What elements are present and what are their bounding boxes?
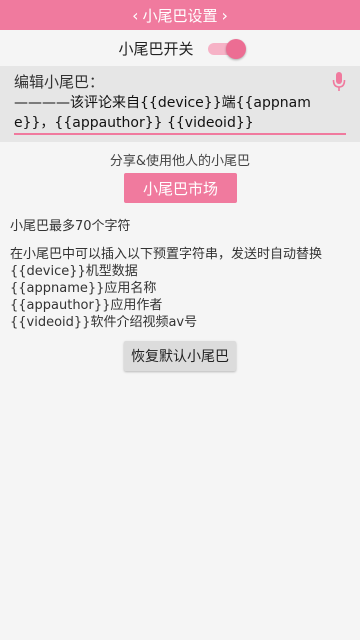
tail-toggle-row: 小尾巴开关 xyxy=(0,30,360,66)
info-line-device: {{device}}机型数据 xyxy=(10,264,138,279)
back-chevron-icon[interactable]: ‹ xyxy=(128,6,142,25)
page-title: 小尾巴设置 xyxy=(142,6,218,25)
tail-market-button[interactable]: 小尾巴市场 xyxy=(124,173,237,203)
editor-label: 编辑小尾巴： xyxy=(14,73,105,91)
microphone-icon[interactable] xyxy=(332,72,346,92)
info-line-appname: {{appname}}应用名称 xyxy=(10,281,157,296)
editor-underline xyxy=(14,133,346,135)
info-line-appauthor: {{appauthor}}应用作者 xyxy=(10,298,163,313)
char-limit-text: 小尾巴最多70个字符 xyxy=(10,219,131,234)
info-intro: 在小尾巴中可以插入以下预置字符串，发送时自动替换 xyxy=(10,247,323,262)
tail-toggle-label: 小尾巴开关 xyxy=(118,39,194,58)
share-hint: 分享&使用他人的小尾巴 xyxy=(109,154,251,169)
tail-text-input[interactable]: ————该评论来自{{device}}端{{appname}}，{{appaut… xyxy=(14,93,350,133)
forward-chevron-icon: › xyxy=(221,5,228,25)
restore-default-button[interactable]: 恢复默认小尾巴 xyxy=(124,341,236,371)
info-line-videoid: {{videoid}}软件介绍视频av号 xyxy=(10,315,198,330)
tail-toggle-switch[interactable] xyxy=(207,39,246,59)
placeholder-info: 在小尾巴中可以插入以下预置字符串，发送时自动替换 {{device}}机型数据 … xyxy=(10,246,355,331)
switch-thumb xyxy=(225,39,246,59)
tail-editor[interactable]: 编辑小尾巴： ————该评论来自{{device}}端{{appname}}，{… xyxy=(0,66,360,142)
title-bar: ‹ 小尾巴设置 › xyxy=(0,0,360,30)
